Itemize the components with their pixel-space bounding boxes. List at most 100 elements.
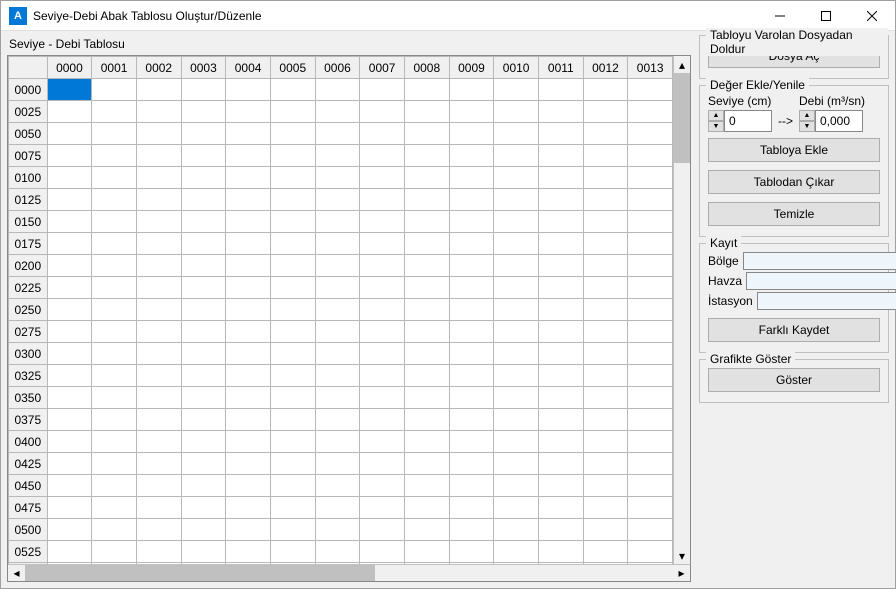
table-cell[interactable] bbox=[628, 277, 673, 299]
table-cell[interactable] bbox=[583, 387, 628, 409]
table-cell[interactable] bbox=[538, 409, 583, 431]
table-cell[interactable] bbox=[494, 343, 539, 365]
table-cell[interactable] bbox=[136, 79, 181, 101]
table-cell[interactable] bbox=[136, 255, 181, 277]
scroll-down-icon[interactable]: ▾ bbox=[674, 547, 690, 564]
table-cell[interactable] bbox=[315, 255, 360, 277]
table-cell[interactable] bbox=[404, 431, 449, 453]
table-cell[interactable] bbox=[47, 321, 92, 343]
table-cell[interactable] bbox=[494, 79, 539, 101]
table-cell[interactable] bbox=[538, 101, 583, 123]
table-cell[interactable] bbox=[92, 519, 137, 541]
table-cell[interactable] bbox=[628, 519, 673, 541]
table-cell[interactable] bbox=[404, 365, 449, 387]
table-cell[interactable] bbox=[628, 167, 673, 189]
table-cell[interactable] bbox=[270, 277, 315, 299]
table-cell[interactable] bbox=[92, 277, 137, 299]
table-cell[interactable] bbox=[494, 123, 539, 145]
table-cell[interactable] bbox=[92, 453, 137, 475]
table-cell[interactable] bbox=[136, 409, 181, 431]
row-header[interactable]: 0050 bbox=[9, 123, 48, 145]
table-cell[interactable] bbox=[538, 123, 583, 145]
table-cell[interactable] bbox=[404, 167, 449, 189]
table-cell[interactable] bbox=[538, 475, 583, 497]
row-header[interactable]: 0175 bbox=[9, 233, 48, 255]
table-cell[interactable] bbox=[315, 365, 360, 387]
row-header[interactable]: 0400 bbox=[9, 431, 48, 453]
table-cell[interactable] bbox=[92, 365, 137, 387]
table-cell[interactable] bbox=[226, 277, 271, 299]
table-cell[interactable] bbox=[136, 365, 181, 387]
table-cell[interactable] bbox=[270, 167, 315, 189]
bolge-input[interactable] bbox=[743, 252, 896, 270]
table-cell[interactable] bbox=[628, 365, 673, 387]
table-cell[interactable] bbox=[404, 189, 449, 211]
row-header[interactable]: 0125 bbox=[9, 189, 48, 211]
column-header[interactable]: 0011 bbox=[538, 57, 583, 79]
table-cell[interactable] bbox=[360, 255, 405, 277]
table-cell[interactable] bbox=[538, 343, 583, 365]
table-cell[interactable] bbox=[583, 101, 628, 123]
table-cell[interactable] bbox=[583, 365, 628, 387]
table-cell[interactable] bbox=[538, 211, 583, 233]
table-cell[interactable] bbox=[538, 299, 583, 321]
table-cell[interactable] bbox=[47, 387, 92, 409]
table-cell[interactable] bbox=[270, 79, 315, 101]
table-cell[interactable] bbox=[583, 497, 628, 519]
add-to-table-button[interactable]: Tabloya Ekle bbox=[708, 138, 880, 162]
table-cell[interactable] bbox=[226, 343, 271, 365]
column-header[interactable]: 0012 bbox=[583, 57, 628, 79]
table-cell[interactable] bbox=[628, 233, 673, 255]
table-cell[interactable] bbox=[628, 189, 673, 211]
row-header[interactable]: 0375 bbox=[9, 409, 48, 431]
table-cell[interactable] bbox=[226, 123, 271, 145]
table-cell[interactable] bbox=[315, 145, 360, 167]
table-cell[interactable] bbox=[538, 387, 583, 409]
table-cell[interactable] bbox=[628, 541, 673, 563]
table-cell[interactable] bbox=[583, 123, 628, 145]
table-cell[interactable] bbox=[92, 497, 137, 519]
table-cell[interactable] bbox=[360, 167, 405, 189]
table-cell[interactable] bbox=[92, 123, 137, 145]
table-cell[interactable] bbox=[92, 167, 137, 189]
table-cell[interactable] bbox=[47, 343, 92, 365]
table-cell[interactable] bbox=[360, 321, 405, 343]
row-header[interactable]: 0450 bbox=[9, 475, 48, 497]
table-cell[interactable] bbox=[538, 189, 583, 211]
scroll-right-icon[interactable]: ▸ bbox=[673, 565, 690, 581]
scroll-thumb-v[interactable] bbox=[674, 73, 690, 163]
table-cell[interactable] bbox=[47, 497, 92, 519]
maximize-button[interactable] bbox=[803, 1, 849, 31]
column-header[interactable]: 0004 bbox=[226, 57, 271, 79]
table-cell[interactable] bbox=[270, 409, 315, 431]
table-cell[interactable] bbox=[181, 123, 226, 145]
close-button[interactable] bbox=[849, 1, 895, 31]
table-cell[interactable] bbox=[136, 277, 181, 299]
table-cell[interactable] bbox=[628, 453, 673, 475]
table-cell[interactable] bbox=[47, 365, 92, 387]
table-cell[interactable] bbox=[270, 321, 315, 343]
table-cell[interactable] bbox=[47, 189, 92, 211]
table-cell[interactable] bbox=[136, 541, 181, 563]
table-cell[interactable] bbox=[449, 211, 494, 233]
table-cell[interactable] bbox=[494, 255, 539, 277]
table-cell[interactable] bbox=[92, 189, 137, 211]
table-cell[interactable] bbox=[136, 497, 181, 519]
table-cell[interactable] bbox=[47, 123, 92, 145]
table-cell[interactable] bbox=[47, 277, 92, 299]
table-cell[interactable] bbox=[538, 365, 583, 387]
seviye-spinner-buttons[interactable]: ▲▼ bbox=[708, 110, 724, 132]
table-cell[interactable] bbox=[136, 167, 181, 189]
table-cell[interactable] bbox=[315, 541, 360, 563]
column-header[interactable]: 0007 bbox=[360, 57, 405, 79]
row-header[interactable]: 0525 bbox=[9, 541, 48, 563]
table-cell[interactable] bbox=[92, 343, 137, 365]
table-cell[interactable] bbox=[270, 145, 315, 167]
table-cell[interactable] bbox=[47, 233, 92, 255]
table-cell[interactable] bbox=[583, 277, 628, 299]
table-cell[interactable] bbox=[449, 519, 494, 541]
table-cell[interactable] bbox=[494, 453, 539, 475]
istasyon-input[interactable] bbox=[757, 292, 896, 310]
table-cell[interactable] bbox=[494, 541, 539, 563]
row-header[interactable]: 0300 bbox=[9, 343, 48, 365]
